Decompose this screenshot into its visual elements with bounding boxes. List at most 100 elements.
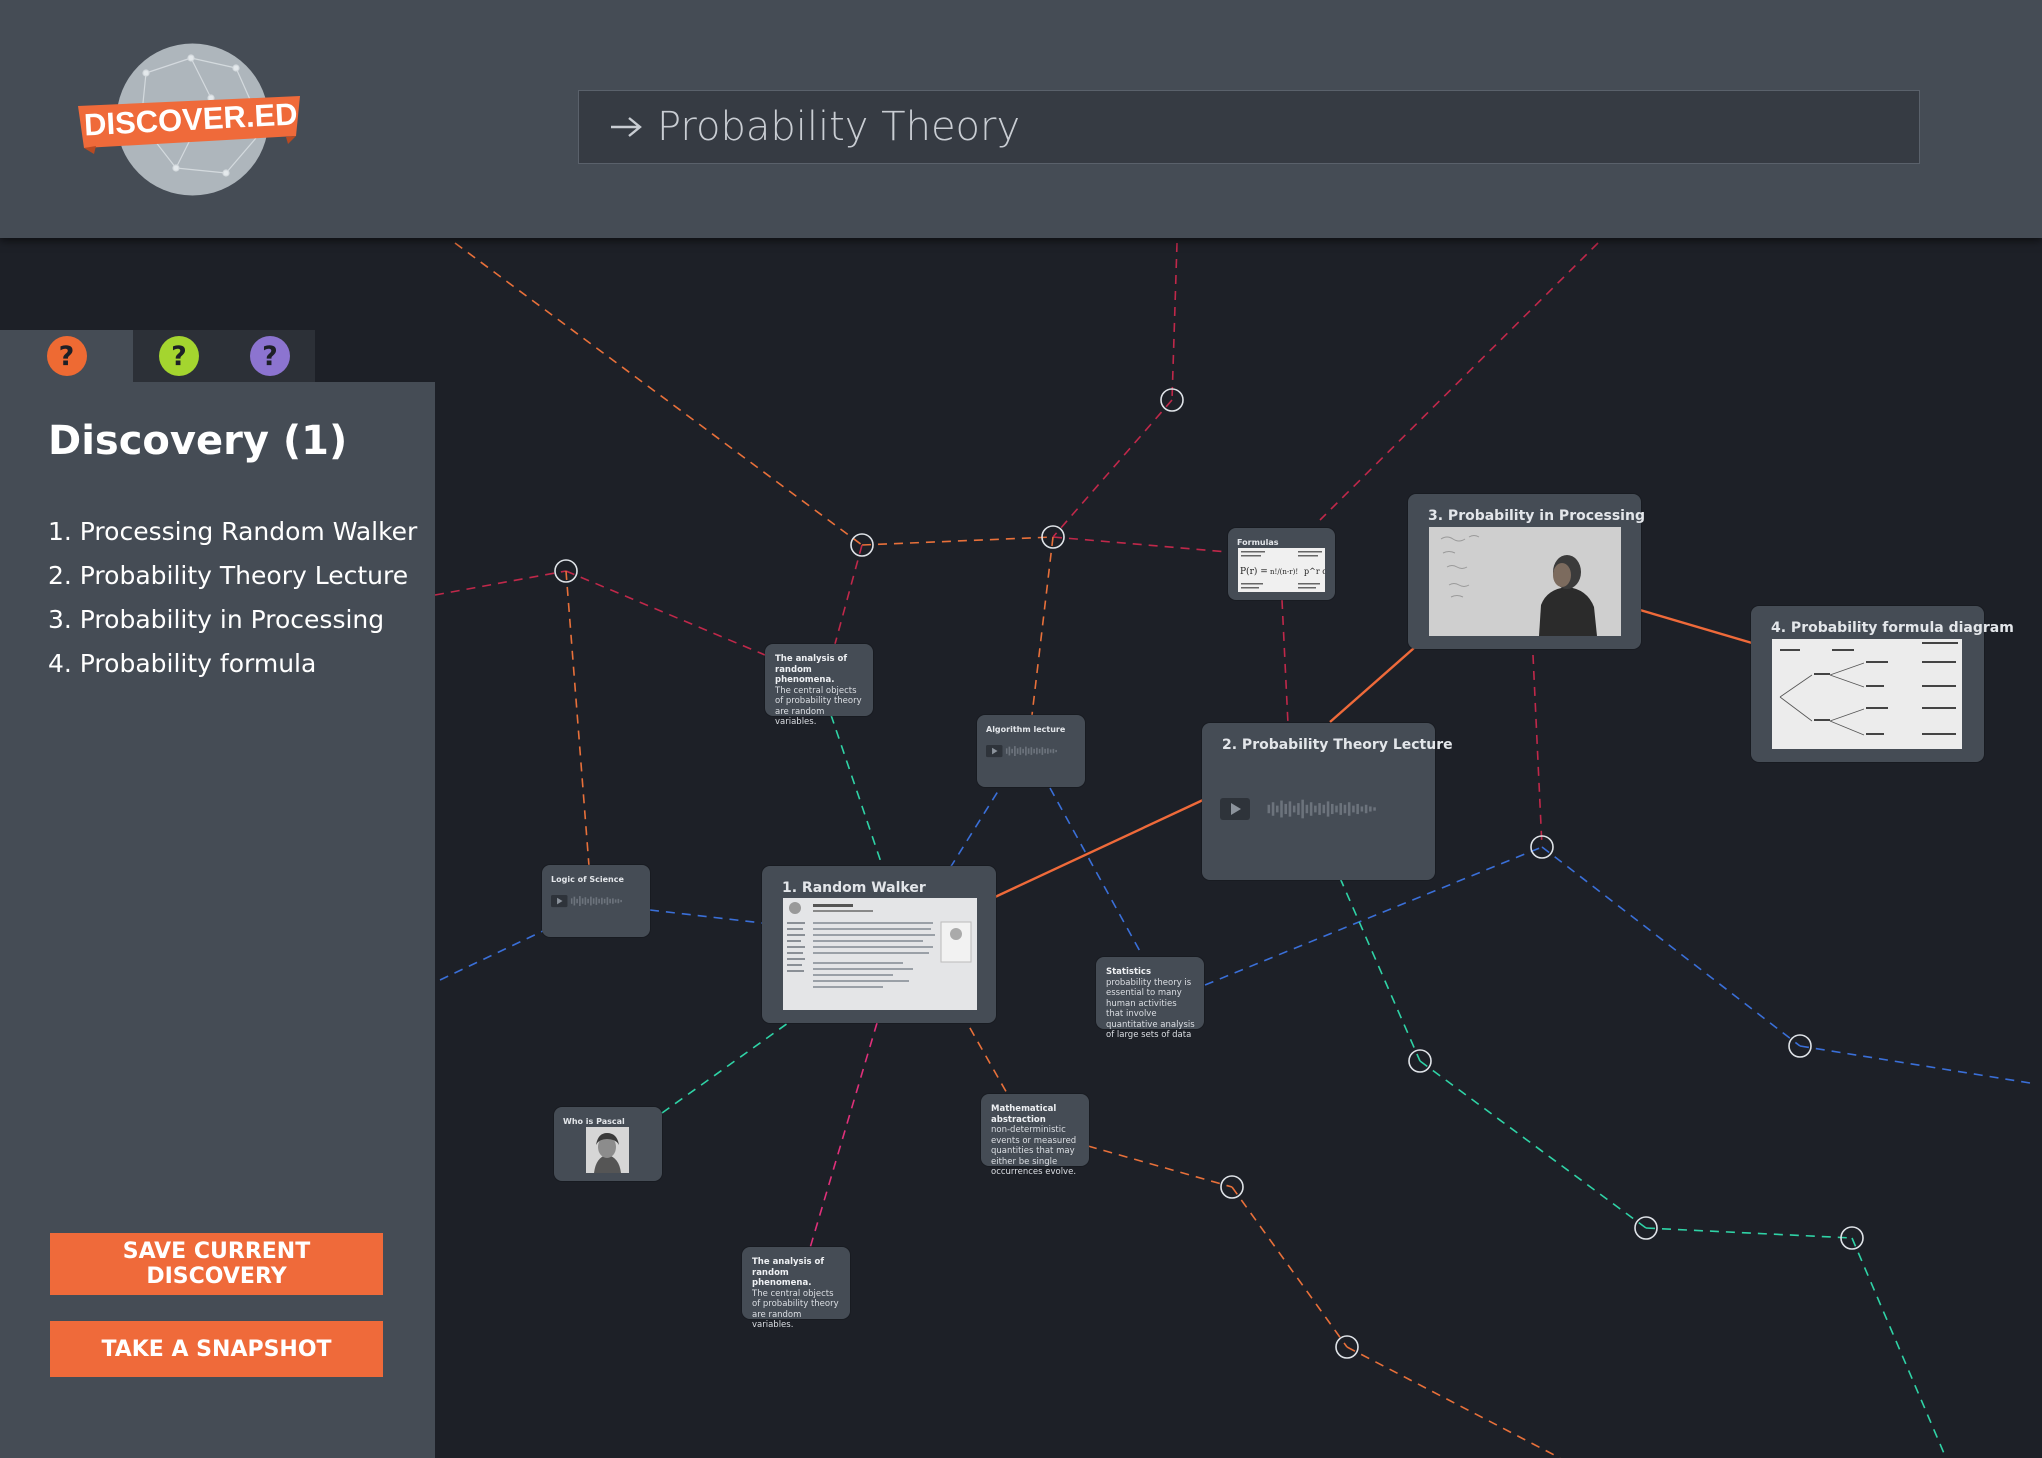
graph-edge [834,544,863,645]
card-title: Formulas [1237,538,1279,547]
card-title: 1. Random Walker [782,880,926,896]
audio-player[interactable] [986,745,1072,758]
graph-edge [565,570,766,656]
discovery-item[interactable]: 1. Processing Random Walker [48,510,417,554]
card-title: The analysis of random phenomena. [752,1257,825,1288]
take-snapshot-button[interactable]: Take a snapshot [50,1321,383,1377]
discovery-item[interactable]: 3. Probability in Processing [48,598,417,642]
discovery-item[interactable]: 4. Probability formula [48,642,417,686]
card-who-is-pascal[interactable]: Who is Pascal [554,1107,662,1181]
tree-diagram-thumbnail [1772,639,1962,749]
tab-discovery-1[interactable]: ? [0,330,133,382]
card-text: The analysis of random phenomena. The ce… [752,1257,842,1331]
search-box[interactable]: Probability Theory [578,90,1920,164]
play-icon[interactable] [1220,798,1250,820]
discovery-item[interactable]: 2. Probability Theory Lecture [48,554,417,598]
panel-tabs: ? ? ? [0,330,315,382]
discovery-list: 1. Processing Random Walker 2. Probabili… [48,510,417,686]
tab-discovery-3[interactable]: ? [225,330,315,382]
waveform [1267,799,1376,819]
graph-edge [1087,1145,1233,1188]
discovery-path-edge [1639,608,1753,645]
card-analysis-top[interactable]: The analysis of random phenomena. The ce… [765,644,873,727]
graph-edge [809,1022,878,1249]
card-title: The analysis of random phenomena. [775,654,848,685]
graph-edge [861,536,1054,546]
panel-title: Discovery (1) [48,418,348,464]
card-title: Who is Pascal [563,1117,625,1126]
card-title: Statistics [1106,967,1152,977]
graph-edge [1532,654,1543,848]
graph-edge [1319,242,1599,521]
question-icon: ? [46,336,87,376]
card-logic-of-science[interactable]: Logic of Science [542,865,650,937]
card-probability-processing[interactable]: 3. Probability in Processing [1408,494,1645,649]
graph-edge [439,929,546,981]
graph-edge [1052,399,1173,538]
discovery-path-edge [994,798,1204,899]
card-text: Mathematical abstraction non-determinist… [991,1104,1081,1178]
video-thumbnail [1429,527,1621,636]
graph-edge [1799,1045,2031,1084]
graph-edge [434,570,567,596]
card-formula-diagram[interactable]: 4. Probability formula diagram [1751,606,2014,762]
card-math-abstraction[interactable]: Mathematical abstraction non-determinist… [981,1094,1089,1177]
discover-ed-logo[interactable]: DISCOVER.ED [78,38,308,203]
card-title: 2. Probability Theory Lecture [1222,737,1453,753]
search-query[interactable]: Probability Theory [657,104,1020,150]
graph-edge [1281,599,1289,725]
formula-thumbnail: P(r) = n!/(n-r)! p^r q [1238,548,1325,592]
arrow-right-icon [611,117,642,137]
card-analysis-bottom[interactable]: The analysis of random phenomena. The ce… [742,1247,850,1330]
graph-edge [1346,1346,1561,1458]
svg-text:p^r q: p^r q [1304,567,1325,576]
wiki-page-thumbnail [783,898,977,1010]
card-body: The central objects of probability theor… [752,1288,839,1331]
graph-edge [454,242,863,546]
play-icon[interactable] [986,745,1003,758]
card-text: Statistics probability theory is essenti… [1106,967,1196,1041]
card-title: Algorithm lecture [986,725,1066,734]
card-body: probability theory is essential to many … [1106,977,1195,1041]
graph-edge [649,909,763,924]
question-icon: ? [159,336,199,376]
card-body: The central objects of probability theor… [775,685,862,728]
graph-edge [661,1022,789,1114]
graph-edge [949,787,1001,869]
graph-edge [1851,1237,1947,1458]
card-title: 4. Probability formula diagram [1771,620,2014,636]
graph-edge [1541,846,1801,1047]
graph-edge [1171,242,1178,401]
svg-text:n!/(n-r)!: n!/(n-r)! [1270,568,1298,576]
graph-edge [1645,1227,1853,1239]
app-header: DISCOVER.ED Probability Theory [0,0,2042,238]
card-text: The analysis of random phenomena. The ce… [775,654,865,728]
waveform [570,896,622,906]
graph-edge [1052,536,1229,553]
graph-edge [830,714,884,869]
card-body: non-deterministic events or measured qua… [991,1125,1077,1177]
graph-edge [1339,877,1421,1062]
audio-player[interactable] [551,895,637,908]
graph-edge [1031,536,1054,716]
graph-edge [961,1013,1009,1096]
discovery-path-edge [1329,647,1415,723]
card-title: Logic of Science [551,875,624,884]
card-probability-lecture[interactable]: 2. Probability Theory Lecture [1202,723,1453,880]
graph-edge [565,570,590,867]
card-algorithm-lecture[interactable]: Algorithm lecture [977,715,1085,787]
discovery-panel: Discovery (1) 1. Processing Random Walke… [0,382,435,1458]
save-discovery-button[interactable]: Save current discovery [50,1233,383,1295]
portrait-thumbnail [586,1127,629,1173]
card-title: 3. Probability in Processing [1428,508,1645,524]
card-random-walker[interactable]: 1. Random Walker [762,866,996,1023]
graph-edge [1231,1186,1348,1348]
card-formulas[interactable]: Formulas P(r) = n!/(n-r)! p^r q [1228,528,1335,600]
graph-edge [1419,1060,1647,1229]
tab-discovery-2[interactable]: ? [133,330,225,382]
card-statistics[interactable]: Statistics probability theory is essenti… [1096,957,1204,1040]
waveform [1005,746,1057,756]
audio-player[interactable] [1220,798,1406,820]
svg-text:P(r) =: P(r) = [1240,566,1268,577]
play-icon[interactable] [551,895,568,908]
